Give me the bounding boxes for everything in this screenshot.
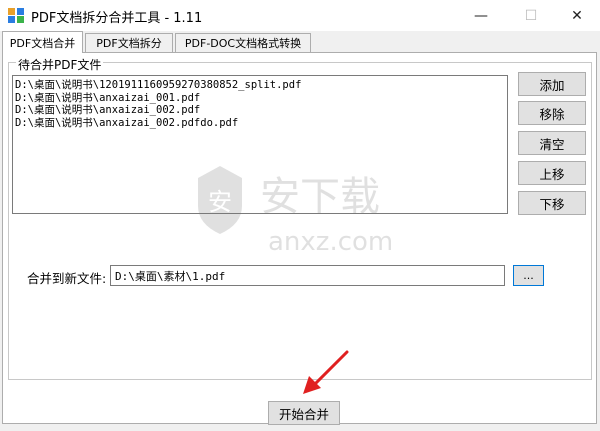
list-item[interactable]: D:\桌面\说明书\anxaizai_002.pdfdo.pdf <box>15 117 505 130</box>
tab-strip: PDF文档合并 PDF文档拆分 PDF-DOC文档格式转换 <box>0 31 600 53</box>
list-item[interactable]: D:\桌面\说明书\1201911160959270380852_split.p… <box>15 79 505 92</box>
move-down-button[interactable]: 下移 <box>518 191 586 215</box>
remove-button[interactable]: 移除 <box>518 101 586 125</box>
output-file-label: 合并到新文件: <box>27 271 107 286</box>
watermark-logo: 安 安下载 anxz.com <box>198 166 393 257</box>
app-icon <box>8 8 24 23</box>
tab-pdf-doc-convert[interactable]: PDF-DOC文档格式转换 <box>175 33 311 52</box>
close-button[interactable]: ✕ <box>554 0 600 31</box>
red-arrow-annotation <box>303 350 349 394</box>
svg-text:安: 安 <box>208 188 232 216</box>
add-button[interactable]: 添加 <box>518 72 586 96</box>
tab-pdf-split[interactable]: PDF文档拆分 <box>85 33 173 52</box>
list-item[interactable]: D:\桌面\说明书\anxaizai_001.pdf <box>15 92 505 105</box>
start-merge-button[interactable]: 开始合并 <box>268 401 340 425</box>
minimize-button[interactable]: — <box>458 0 504 31</box>
tab-pdf-merge[interactable]: PDF文档合并 <box>2 31 83 53</box>
move-up-button[interactable]: 上移 <box>518 161 586 185</box>
watermark-text: anxz.com <box>268 227 393 257</box>
list-item[interactable]: D:\桌面\说明书\anxaizai_002.pdf <box>15 104 505 117</box>
title-bar: PDF文档拆分合并工具 - 1.11 — ☐ ✕ <box>0 0 600 31</box>
clear-button[interactable]: 清空 <box>518 131 586 155</box>
svg-text:安下载: 安下载 <box>260 174 380 220</box>
output-path-input[interactable]: D:\桌面\素材\1.pdf <box>110 265 505 286</box>
browse-button[interactable]: ... <box>513 265 544 286</box>
group-title: 待合并PDF文件 <box>16 56 104 73</box>
window-title: PDF文档拆分合并工具 - 1.11 <box>31 11 203 26</box>
maximize-button[interactable]: ☐ <box>508 0 554 31</box>
